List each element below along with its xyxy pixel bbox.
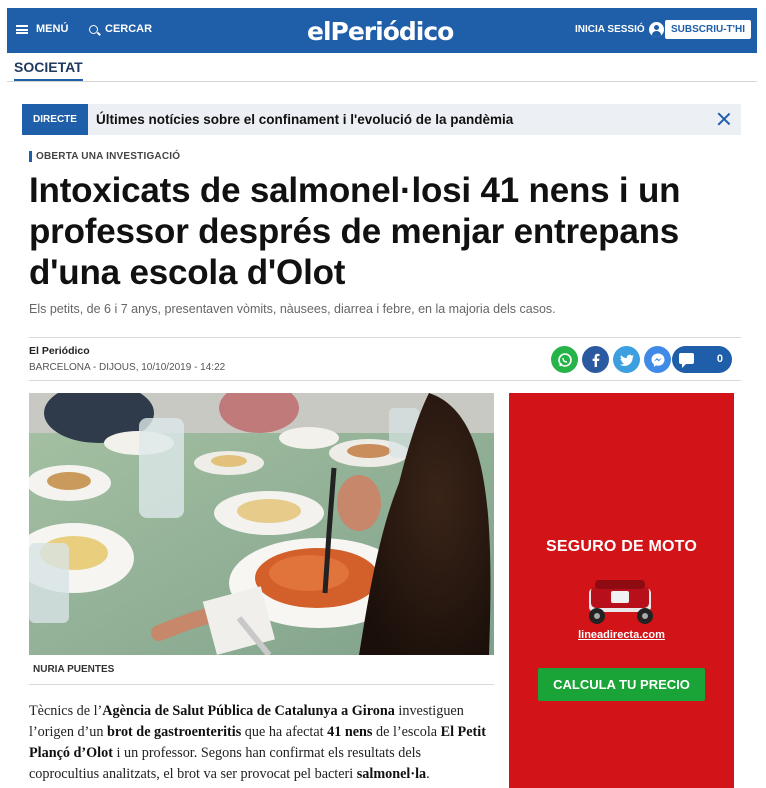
subscribe-button[interactable]: SUBSCRIU-T'HI [665, 20, 752, 39]
article-dateline: BARCELONA - DIJOUS, 10/10/2019 - 14:22 [29, 362, 226, 373]
login-label: INICIA SESSIÓ [575, 24, 645, 35]
byline-divider-bottom [29, 380, 741, 381]
red-phone-on-wheels-icon [589, 580, 653, 624]
close-icon[interactable] [715, 110, 733, 128]
comments-button[interactable]: 0 [672, 346, 732, 373]
school-lunch-photo [29, 393, 494, 655]
byline-divider-top [29, 337, 741, 338]
entity-agency: Agència de Salut Pública de Catalunya a … [102, 703, 395, 719]
section-divider [7, 81, 757, 82]
live-tag: DIRECTE [22, 104, 88, 135]
menu-label: MENÚ [36, 23, 69, 35]
article-headline: Intoxicats de salmonel·losi 41 nens i un… [29, 171, 681, 292]
entity-children: 41 nens [327, 724, 373, 740]
twitter-icon [619, 354, 634, 366]
article-photo[interactable] [29, 393, 494, 655]
ad-url[interactable]: lineadirecta.com [509, 629, 734, 641]
caption-divider [29, 684, 494, 685]
facebook-icon [592, 353, 599, 367]
photo-caption: NURIA PUENTES [33, 664, 115, 675]
article-author[interactable]: El Periódico [29, 345, 90, 357]
facebook-share-button[interactable] [582, 346, 609, 373]
search-label: CERCAR [105, 23, 153, 35]
messenger-icon [651, 353, 664, 367]
article-subhead: Els petits, de 6 i 7 anys, presentaven v… [29, 302, 556, 316]
whatsapp-icon [557, 352, 572, 367]
top-navigation-bar: MENÚ CERCAR elPeriódico INICIA SESSIÓ SU… [7, 8, 757, 53]
advertisement[interactable]: SEGURO DE MOTO lineadirecta.com CALCULA … [509, 393, 734, 788]
article-kicker: OBERTA UNA INVESTIGACIÓ [29, 151, 180, 162]
comment-bubble-icon [679, 353, 694, 368]
messenger-share-button[interactable] [644, 346, 671, 373]
entity-bacteria: salmonel·la [356, 766, 427, 782]
login-button[interactable]: INICIA SESSIÓ [575, 22, 664, 37]
section-link[interactable]: SOCIETAT [14, 59, 83, 82]
whatsapp-share-button[interactable] [551, 346, 578, 373]
user-icon [648, 22, 664, 37]
entity-outbreak: brot de gastroenteritis [107, 724, 242, 740]
search-icon [89, 24, 98, 34]
menu-button[interactable]: MENÚ [16, 23, 68, 35]
ad-cta-button[interactable]: CALCULA TU PRECIO [538, 668, 705, 701]
search-button[interactable]: CERCAR [89, 23, 152, 35]
ad-title: SEGURO DE MOTO [546, 538, 697, 555]
site-logo[interactable]: elPeriódico [307, 17, 454, 46]
live-banner[interactable]: DIRECTE Últimes notícies sobre el confin… [22, 104, 741, 135]
comments-count: 0 [716, 353, 723, 365]
hamburger-icon [16, 24, 28, 34]
live-banner-text[interactable]: Últimes notícies sobre el confinament i … [96, 112, 513, 127]
article-paragraph: Tècnics de l’Agència de Salut Pública de… [29, 703, 486, 782]
twitter-share-button[interactable] [613, 346, 640, 373]
